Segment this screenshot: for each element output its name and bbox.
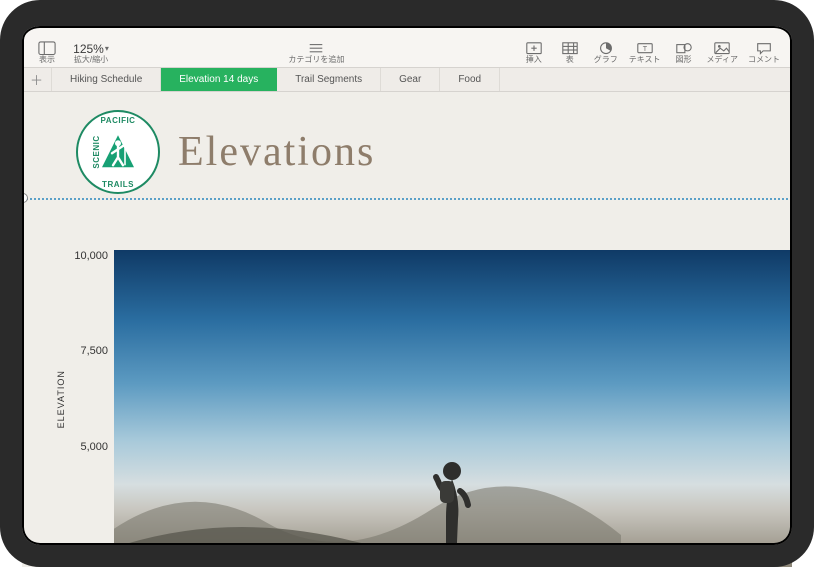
trail-logo-badge: PACIFIC SCENIC TRAILS [76,110,160,194]
shape-button[interactable]: 図形 [667,28,701,67]
hiker-figure-icon [426,457,478,567]
sidebar-icon [38,40,56,56]
add-category-button[interactable]: カテゴリを追加 [266,28,366,67]
insert-label: 挿入 [526,56,542,65]
view-label: 表示 [39,56,55,65]
shape-icon [675,40,693,56]
sheet-tab-elevation-14-days[interactable]: Elevation 14 days [161,68,277,91]
sheet-tab-label: Food [458,74,481,85]
hiker-icon [98,131,138,171]
list-icon [307,40,325,56]
sheet-tab-food[interactable]: Food [440,68,500,91]
sheet-header: PACIFIC SCENIC TRAILS Elevations [22,110,792,194]
badge-text-left: SCENIC [92,135,101,168]
zoom-label: 拡大/縮小 [74,56,108,65]
insert-icon [525,40,543,56]
y-tick: 10,000 [74,250,108,262]
y-tick: 7,500 [80,345,108,357]
sheet-tab-bar: ＋ Hiking Schedule Elevation 14 days Trai… [22,68,792,92]
chart-label: グラフ [594,56,618,65]
textbox-icon: T [636,40,654,56]
table-button[interactable]: 表 [553,28,587,67]
text-label: テキスト [629,56,661,65]
table-label: 表 [566,56,574,65]
badge-text-bottom: TRAILS [102,180,134,189]
divider-dotted [22,198,792,200]
shape-label: 図形 [676,56,692,65]
y-axis-label: ELEVATION [56,370,66,428]
comment-label: コメント [748,56,780,65]
comment-button[interactable]: コメント [744,28,784,67]
view-button[interactable]: 表示 [30,28,64,67]
toolbar: 表示 125% ▾ 拡大/縮小 カテゴリを追加 [22,26,792,68]
sheet-tab-gear[interactable]: Gear [381,68,440,91]
sheet-tab-label: Hiking Schedule [70,74,142,85]
piechart-icon [597,40,615,56]
zoom-button[interactable]: 125% ▾ 拡大/縮小 [66,28,116,67]
chart-plot-area [114,250,792,567]
sheet-tab-trail-segments[interactable]: Trail Segments [277,68,381,91]
mountain-silhouette [114,440,621,567]
media-button[interactable]: メディア [703,28,742,67]
y-tick: 5,000 [80,441,108,453]
text-button[interactable]: T テキスト [625,28,665,67]
chart-button[interactable]: グラフ [589,28,623,67]
chart-y-axis: ELEVATION 10,000 7,500 5,000 [62,250,114,567]
comment-icon [755,40,773,56]
media-label: メディア [707,56,738,65]
table-icon [561,40,579,56]
add-sheet-button[interactable]: ＋ [22,68,52,91]
elevation-chart[interactable]: ELEVATION 10,000 7,500 5,000 [62,250,792,567]
insert-button[interactable]: 挿入 [517,28,551,67]
page-title: Elevations [178,128,375,176]
add-category-label: カテゴリを追加 [288,56,344,65]
badge-text-top: PACIFIC [101,116,136,125]
sheet-tab-label: Trail Segments [295,74,362,85]
image-icon [713,40,731,56]
sheet-tab-label: Elevation 14 days [179,74,258,85]
selection-handle[interactable] [22,193,28,203]
chevron-down-icon: ▾ [105,45,109,54]
svg-text:T: T [642,44,647,53]
document-canvas[interactable]: PACIFIC SCENIC TRAILS Elevations ELEVATI… [22,92,792,567]
sheet-tab-hiking-schedule[interactable]: Hiking Schedule [52,68,161,91]
sheet-tab-label: Gear [399,74,421,85]
